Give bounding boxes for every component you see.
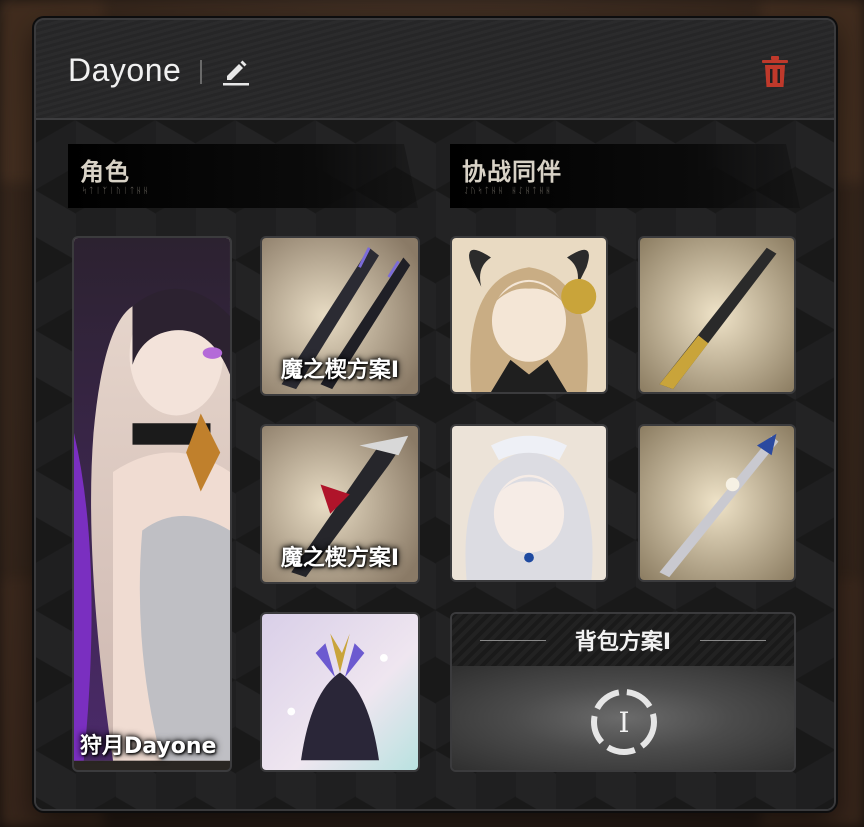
character-name: 狩月Dayone — [80, 734, 217, 759]
pet-card[interactable] — [260, 612, 420, 772]
backpack-line-right — [700, 640, 766, 641]
companion-portrait-1 — [452, 238, 606, 392]
pet-image — [262, 614, 418, 770]
trash-icon[interactable] — [760, 55, 790, 89]
companion-weapon-image-1 — [640, 238, 794, 392]
character-section-title: 角色 — [80, 158, 130, 186]
character-card[interactable]: 狩月Dayone — [72, 236, 232, 772]
companion-weapon-image-2 — [640, 426, 794, 580]
companion-portrait-2 — [452, 426, 606, 580]
weapon-card-2[interactable]: 魔之楔方案Ⅰ — [260, 424, 420, 584]
weapon-label-2: 魔之楔方案Ⅰ — [280, 546, 400, 571]
companion-weapon-card-1[interactable] — [638, 236, 796, 394]
companion-card-1[interactable] — [450, 236, 608, 394]
companion-weapon-card-2[interactable] — [638, 424, 796, 582]
companion-section-title: 协战同伴 — [462, 158, 562, 186]
companion-section-header: 协战同伴 ᛇᚢᛋᛏᚺᚺ ᚺᛇᚺᛏᚺᚺ — [450, 144, 800, 208]
companion-card-2[interactable] — [450, 424, 608, 582]
pencil-icon[interactable] — [221, 56, 251, 86]
backpack-slot-glyph: Ⅰ — [618, 706, 629, 739]
character-section-subtitle: ᛋᛏᛁᛉᛁᚢᛁᛏᚺᚺ — [82, 186, 150, 195]
loadout-title: Dayone — [68, 52, 182, 88]
backpack-slot-icon: Ⅰ — [591, 689, 657, 755]
character-section-header: 角色 ᛋᛏᛁᛉᛁᚢᛁᛏᚺᚺ — [68, 144, 418, 208]
character-portrait — [74, 238, 230, 761]
weapon-label-1: 魔之楔方案Ⅰ — [280, 358, 400, 383]
companion-section-subtitle: ᛇᚢᛋᛏᚺᚺ ᚺᛇᚺᛏᚺᚺ — [464, 186, 553, 195]
panel-header: Dayone — [36, 20, 834, 120]
loadout-panel: Dayone 角色 ᛋᛏᛁᛉᛁᚢᛁᛏᚺᚺ 协战同伴 ᛇᚢᛋᛏᚺᚺ ᚺᛇᚺᛏᚺᚺ — [34, 18, 836, 811]
title-divider — [200, 60, 202, 84]
backpack-card[interactable]: 背包方案Ⅰ Ⅰ — [450, 612, 796, 772]
weapon-card-1[interactable]: 魔之楔方案Ⅰ — [260, 236, 420, 396]
